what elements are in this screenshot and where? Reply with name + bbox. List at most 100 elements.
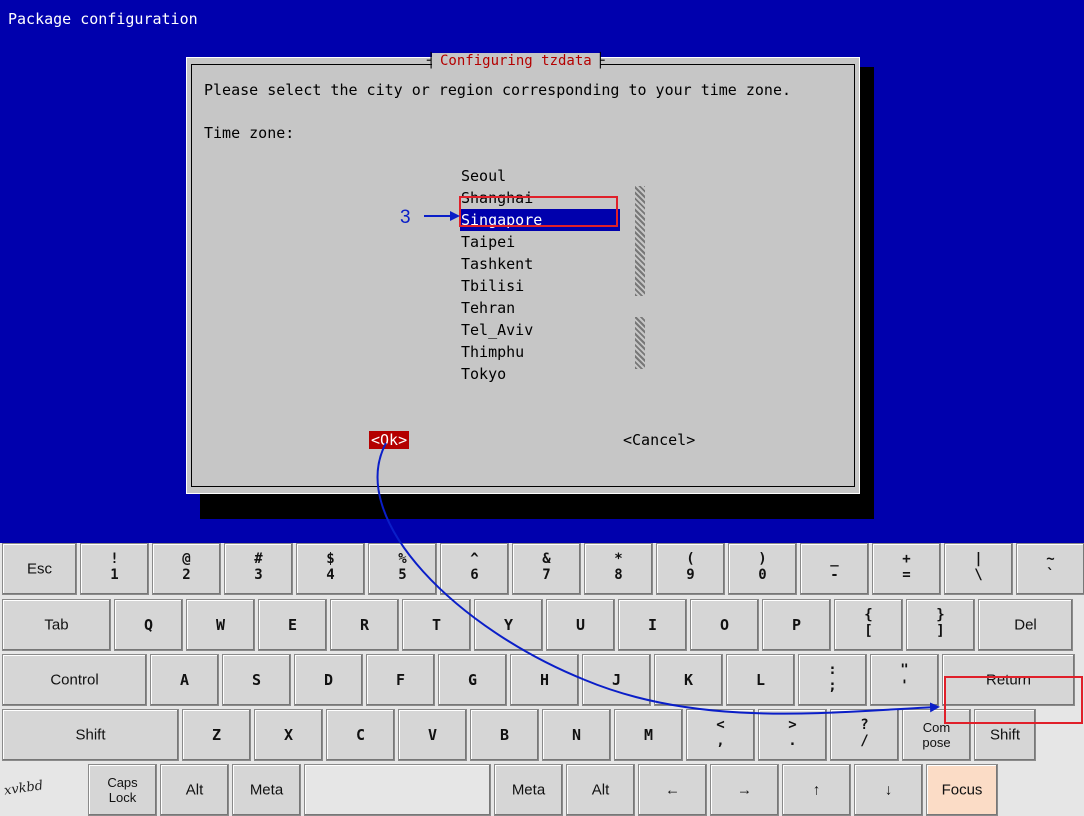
key-b[interactable]: B: [470, 709, 539, 761]
key-shift-label: <: [716, 717, 725, 733]
key-t[interactable]: T: [402, 599, 471, 651]
key-comma[interactable]: <,: [686, 709, 755, 761]
key-space[interactable]: [304, 764, 491, 816]
time-zone-option[interactable]: Tbilisi: [460, 275, 620, 297]
key-c[interactable]: C: [326, 709, 395, 761]
key-period[interactable]: >.: [758, 709, 827, 761]
ok-button[interactable]: <Ok>: [369, 431, 410, 449]
list-scrollbar-thumb[interactable]: [635, 186, 645, 296]
key-backtick[interactable]: ~ `: [1016, 543, 1084, 595]
time-zone-option[interactable]: Taipei: [460, 231, 620, 253]
key-z[interactable]: Z: [182, 709, 251, 761]
time-zone-list[interactable]: Seoul Shanghai Singapore Taipei Tashkent Tbil…: [460, 165, 620, 385]
key-base-label: [: [864, 623, 873, 639]
key-0[interactable]: ) 0: [728, 543, 797, 595]
key-d[interactable]: D: [294, 654, 363, 706]
key-7[interactable]: & 7: [512, 543, 581, 595]
key-base-label: 4: [326, 567, 335, 583]
key-label: H: [539, 671, 550, 689]
key-u[interactable]: U: [546, 599, 615, 651]
key-label: V: [427, 726, 438, 744]
key-left-arrow[interactable]: ←: [638, 764, 707, 816]
key-q[interactable]: Q: [114, 599, 183, 651]
key-o[interactable]: O: [690, 599, 759, 651]
key-slash[interactable]: ? /: [830, 709, 899, 761]
key-alt[interactable]: Alt: [566, 764, 635, 816]
time-zone-option[interactable]: Seoul: [460, 165, 620, 187]
key-shift[interactable]: Shift: [2, 709, 179, 761]
time-zone-option[interactable]: Tel_Aviv: [460, 319, 620, 341]
key-shift-label: $: [326, 551, 335, 567]
key-n[interactable]: N: [542, 709, 611, 761]
cancel-button[interactable]: <Cancel>: [623, 431, 695, 449]
key-w[interactable]: W: [186, 599, 255, 651]
key-4[interactable]: $4: [296, 543, 365, 595]
key-v[interactable]: V: [398, 709, 467, 761]
key-3[interactable]: #3: [224, 543, 293, 595]
key-backslash[interactable]: | \: [944, 543, 1013, 595]
key-alt[interactable]: Alt: [160, 764, 229, 816]
key-shift-label: }: [936, 607, 945, 623]
key-label: ←: [665, 781, 680, 799]
key-y[interactable]: Y: [474, 599, 543, 651]
list-scrollbar-track[interactable]: [635, 317, 645, 369]
key-equals[interactable]: + =: [872, 543, 941, 595]
key-open-bracket[interactable]: {[: [834, 599, 903, 651]
key-close-bracket[interactable]: }]: [906, 599, 975, 651]
key-focus[interactable]: Focus: [926, 764, 998, 816]
key-5[interactable]: % 5: [368, 543, 437, 595]
key-meta[interactable]: Meta: [232, 764, 301, 816]
key-del[interactable]: Del: [978, 599, 1073, 651]
key-j[interactable]: J: [582, 654, 651, 706]
key-9[interactable]: (9: [656, 543, 725, 595]
key-label: Tab: [44, 616, 69, 634]
key-l[interactable]: L: [726, 654, 795, 706]
key-e[interactable]: E: [258, 599, 327, 651]
key-s[interactable]: S: [222, 654, 291, 706]
key-h[interactable]: H: [510, 654, 579, 706]
key-1[interactable]: ! 1: [80, 543, 149, 595]
key-r[interactable]: R: [330, 599, 399, 651]
key-minus[interactable]: _ -: [800, 543, 869, 595]
key-i[interactable]: I: [618, 599, 687, 651]
key-label: Meta: [249, 781, 284, 799]
key-label: E: [287, 616, 298, 634]
key-a[interactable]: A: [150, 654, 219, 706]
key-esc[interactable]: Esc: [2, 543, 77, 595]
key-base-label: -: [830, 567, 839, 583]
key-f[interactable]: F: [366, 654, 435, 706]
key-6[interactable]: ^ 6: [440, 543, 509, 595]
key-base-label: ]: [936, 623, 945, 639]
time-zone-option[interactable]: Singapore: [460, 209, 620, 231]
key-caps-lock[interactable]: Caps Lock: [88, 764, 157, 816]
key-meta[interactable]: Meta: [494, 764, 563, 816]
key-down-arrow[interactable]: ↓: [854, 764, 923, 816]
key-g[interactable]: G: [438, 654, 507, 706]
key-label: Focus: [941, 781, 983, 799]
key-k[interactable]: K: [654, 654, 723, 706]
key-x[interactable]: X: [254, 709, 323, 761]
key-label: F: [395, 671, 406, 689]
time-zone-option[interactable]: Tashkent: [460, 253, 620, 275]
key-control[interactable]: Control: [2, 654, 147, 706]
key-label: I: [647, 616, 658, 634]
key-m[interactable]: M: [614, 709, 683, 761]
key-semicolon[interactable]: :;: [798, 654, 867, 706]
key-label: Shift: [989, 726, 1020, 744]
time-zone-option[interactable]: Thimphu: [460, 341, 620, 363]
key-8[interactable]: * 8: [584, 543, 653, 595]
key-up-arrow[interactable]: ↑: [782, 764, 851, 816]
key-shift[interactable]: Shift: [974, 709, 1036, 761]
key-com-pose[interactable]: Com pose: [902, 709, 971, 761]
key-return[interactable]: Return: [942, 654, 1075, 706]
key-right-arrow[interactable]: →: [710, 764, 779, 816]
key-2[interactable]: @2: [152, 543, 221, 595]
key-label: Caps Lock: [107, 775, 138, 805]
key-quote[interactable]: " ': [870, 654, 939, 706]
key-label: C: [355, 726, 366, 744]
key-p[interactable]: P: [762, 599, 831, 651]
time-zone-option[interactable]: Tehran: [460, 297, 620, 319]
key-tab[interactable]: Tab: [2, 599, 111, 651]
time-zone-option[interactable]: Tokyo: [460, 363, 620, 385]
time-zone-option[interactable]: Shanghai: [460, 187, 620, 209]
